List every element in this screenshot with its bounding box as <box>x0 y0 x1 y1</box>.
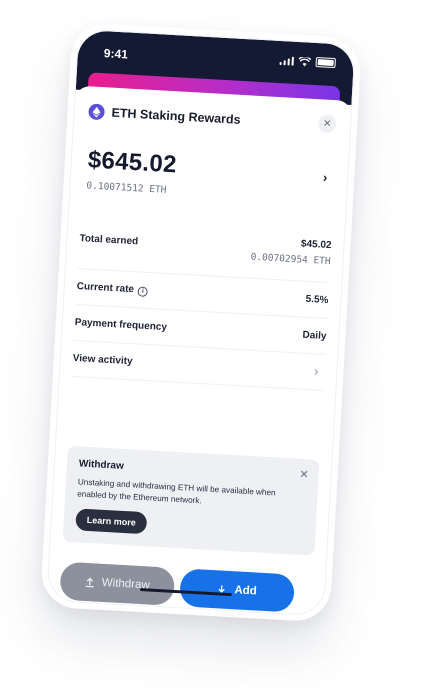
withdraw-card-title: Withdraw <box>78 458 125 472</box>
total-earned-label: Total earned <box>79 233 139 248</box>
withdraw-button[interactable]: Withdraw <box>59 561 176 606</box>
status-icons <box>279 55 336 69</box>
signal-icon <box>279 55 295 66</box>
status-time: 9:41 <box>103 46 129 62</box>
add-button-label: Add <box>234 584 258 598</box>
chevron-right-icon: › <box>313 363 319 379</box>
screen: 9:41 ETH Staking Rewards ✕ $645.02 0.100… <box>46 28 356 617</box>
balance-eth: 0.10071512 ETH <box>86 180 167 196</box>
staking-sheet: ETH Staking Rewards ✕ $645.02 0.10071512… <box>47 85 352 616</box>
info-icon[interactable]: i <box>137 286 149 297</box>
close-button[interactable]: ✕ <box>317 114 337 134</box>
withdraw-card-close-icon[interactable]: ✕ <box>299 468 309 481</box>
withdraw-card-text: Unstaking and withdrawing ETH will be av… <box>76 477 276 506</box>
learn-more-button[interactable]: Learn more <box>75 508 148 535</box>
current-rate-label: Current rate <box>76 281 135 296</box>
current-rate-label-wrap: Current rate i <box>76 281 149 297</box>
ethereum-icon <box>88 103 106 121</box>
current-rate-value: 5.5% <box>305 293 329 307</box>
sheet-header: ETH Staking Rewards ✕ <box>88 100 337 136</box>
sheet-title: ETH Staking Rewards <box>111 105 241 127</box>
wifi-icon <box>298 56 311 66</box>
battery-icon <box>315 57 336 69</box>
view-activity-label: View activity <box>72 352 133 368</box>
total-earned-usd: $45.02 <box>300 238 332 252</box>
balance-chevron-icon[interactable]: › <box>323 170 328 185</box>
payment-frequency-value: Daily <box>302 329 327 343</box>
balance-usd: $645.02 <box>87 146 178 179</box>
phone-frame: 9:41 ETH Staking Rewards ✕ $645.02 0.100… <box>39 22 363 623</box>
total-earned-eth: 0.00702954 ETH <box>250 251 331 268</box>
upload-icon <box>85 577 94 588</box>
withdraw-info-card: Withdraw ✕ Unstaking and withdrawing ETH… <box>62 445 320 556</box>
payment-frequency-label: Payment frequency <box>74 316 168 334</box>
